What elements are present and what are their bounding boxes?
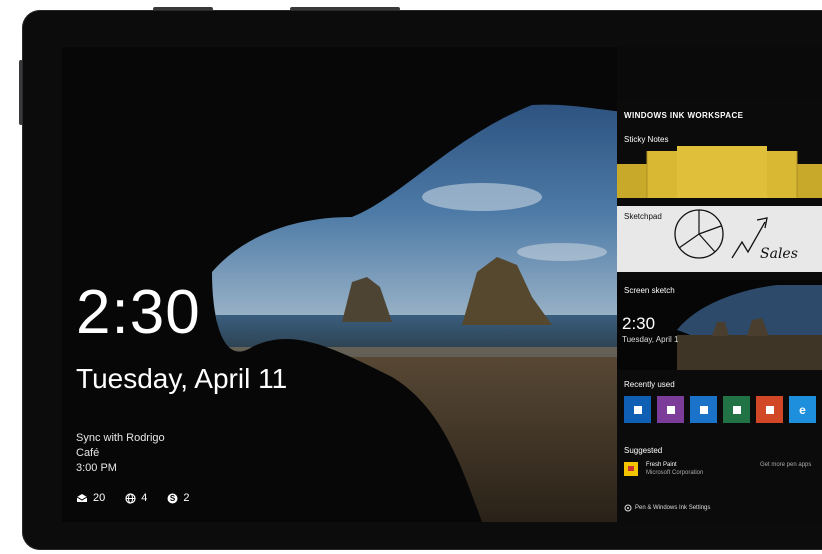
pen-settings-link[interactable]: Pen & Windows Ink Settings xyxy=(624,504,710,512)
screen-sketch-date: Tuesday, April 1 xyxy=(622,335,679,344)
sketch-sales-text: Sales xyxy=(760,246,798,262)
badge-mail-count: 20 xyxy=(93,492,106,504)
recently-used-label: Recently used xyxy=(624,380,675,389)
screen-sketch-time: 2:30 xyxy=(622,314,656,333)
sketchpad-drawing xyxy=(674,209,768,259)
suggested-app-publisher: Microsoft Corporation xyxy=(646,470,704,476)
event-title: Sync with Rodrigo xyxy=(76,432,165,444)
sticky-notes-tile[interactable] xyxy=(617,146,822,198)
fresh-paint-icon[interactable] xyxy=(624,462,638,476)
badge-skype-count: 2 xyxy=(183,492,190,504)
get-more-pen-apps-link[interactable]: Get more pen apps xyxy=(760,462,811,468)
excel-icon[interactable] xyxy=(723,396,750,423)
gear-icon xyxy=(624,504,632,512)
badge-mail: 20 xyxy=(76,492,105,504)
onenote-icon[interactable] xyxy=(657,396,684,423)
svg-text:S: S xyxy=(170,494,176,503)
mail-icon xyxy=(76,494,88,502)
lock-time: 2:30 xyxy=(76,278,201,347)
notification-badges: 20 4 S 2 xyxy=(76,492,210,504)
calendar-event: Sync with Rodrigo Café 3:00 PM xyxy=(76,431,165,476)
badge-globe-count: 4 xyxy=(141,492,148,504)
teams-icon[interactable] xyxy=(690,396,717,423)
event-time: 3:00 PM xyxy=(76,462,117,474)
suggested-app-name[interactable]: Fresh Paint xyxy=(646,462,677,468)
lock-date: Tuesday, April 11 xyxy=(76,363,288,394)
powerpoint-icon[interactable] xyxy=(756,396,783,423)
suggested-label: Suggested xyxy=(624,446,663,455)
screen-sketch-label: Screen sketch xyxy=(624,286,675,295)
pen-settings-label: Pen & Windows Ink Settings xyxy=(635,505,711,511)
ink-workspace-title: WINDOWS INK WORKSPACE xyxy=(624,111,744,120)
outlook-icon[interactable] xyxy=(624,396,651,423)
recently-used-apps: e xyxy=(624,396,822,423)
badge-skype: S 2 xyxy=(167,492,190,504)
badge-globe: 4 xyxy=(125,492,147,504)
sticky-notes-preview xyxy=(617,146,822,198)
sketchpad-tile[interactable]: Sketchpad Sales xyxy=(617,206,822,272)
globe-icon xyxy=(125,492,136,504)
sticky-notes-label: Sticky Notes xyxy=(624,135,669,144)
windows-ink-workspace-panel: WINDOWS INK WORKSPACE Sticky Notes Sketc… xyxy=(617,100,822,522)
event-location: Café xyxy=(76,447,100,459)
edge-icon[interactable]: e xyxy=(789,396,816,423)
skype-icon: S xyxy=(167,493,178,503)
edge-glyph: e xyxy=(799,402,806,417)
screen-sketch-tile[interactable]: Screen sketch 2:30 Tuesday, April 1 xyxy=(617,280,822,370)
